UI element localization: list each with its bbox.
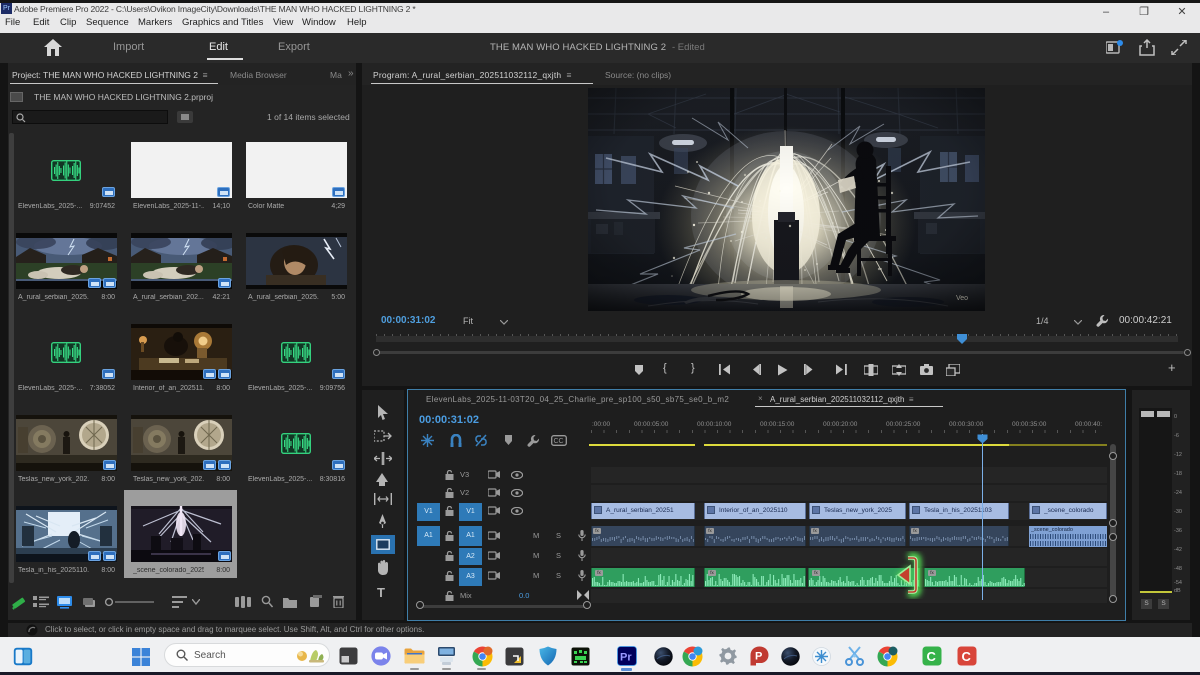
svg-text:Veo: Veo xyxy=(956,295,968,302)
svg-text:C: C xyxy=(927,649,937,664)
svg-text:C: C xyxy=(962,649,972,664)
svg-text:Pr: Pr xyxy=(620,652,632,664)
svg-text:CC: CC xyxy=(554,438,564,445)
svg-text:P: P xyxy=(755,651,762,663)
